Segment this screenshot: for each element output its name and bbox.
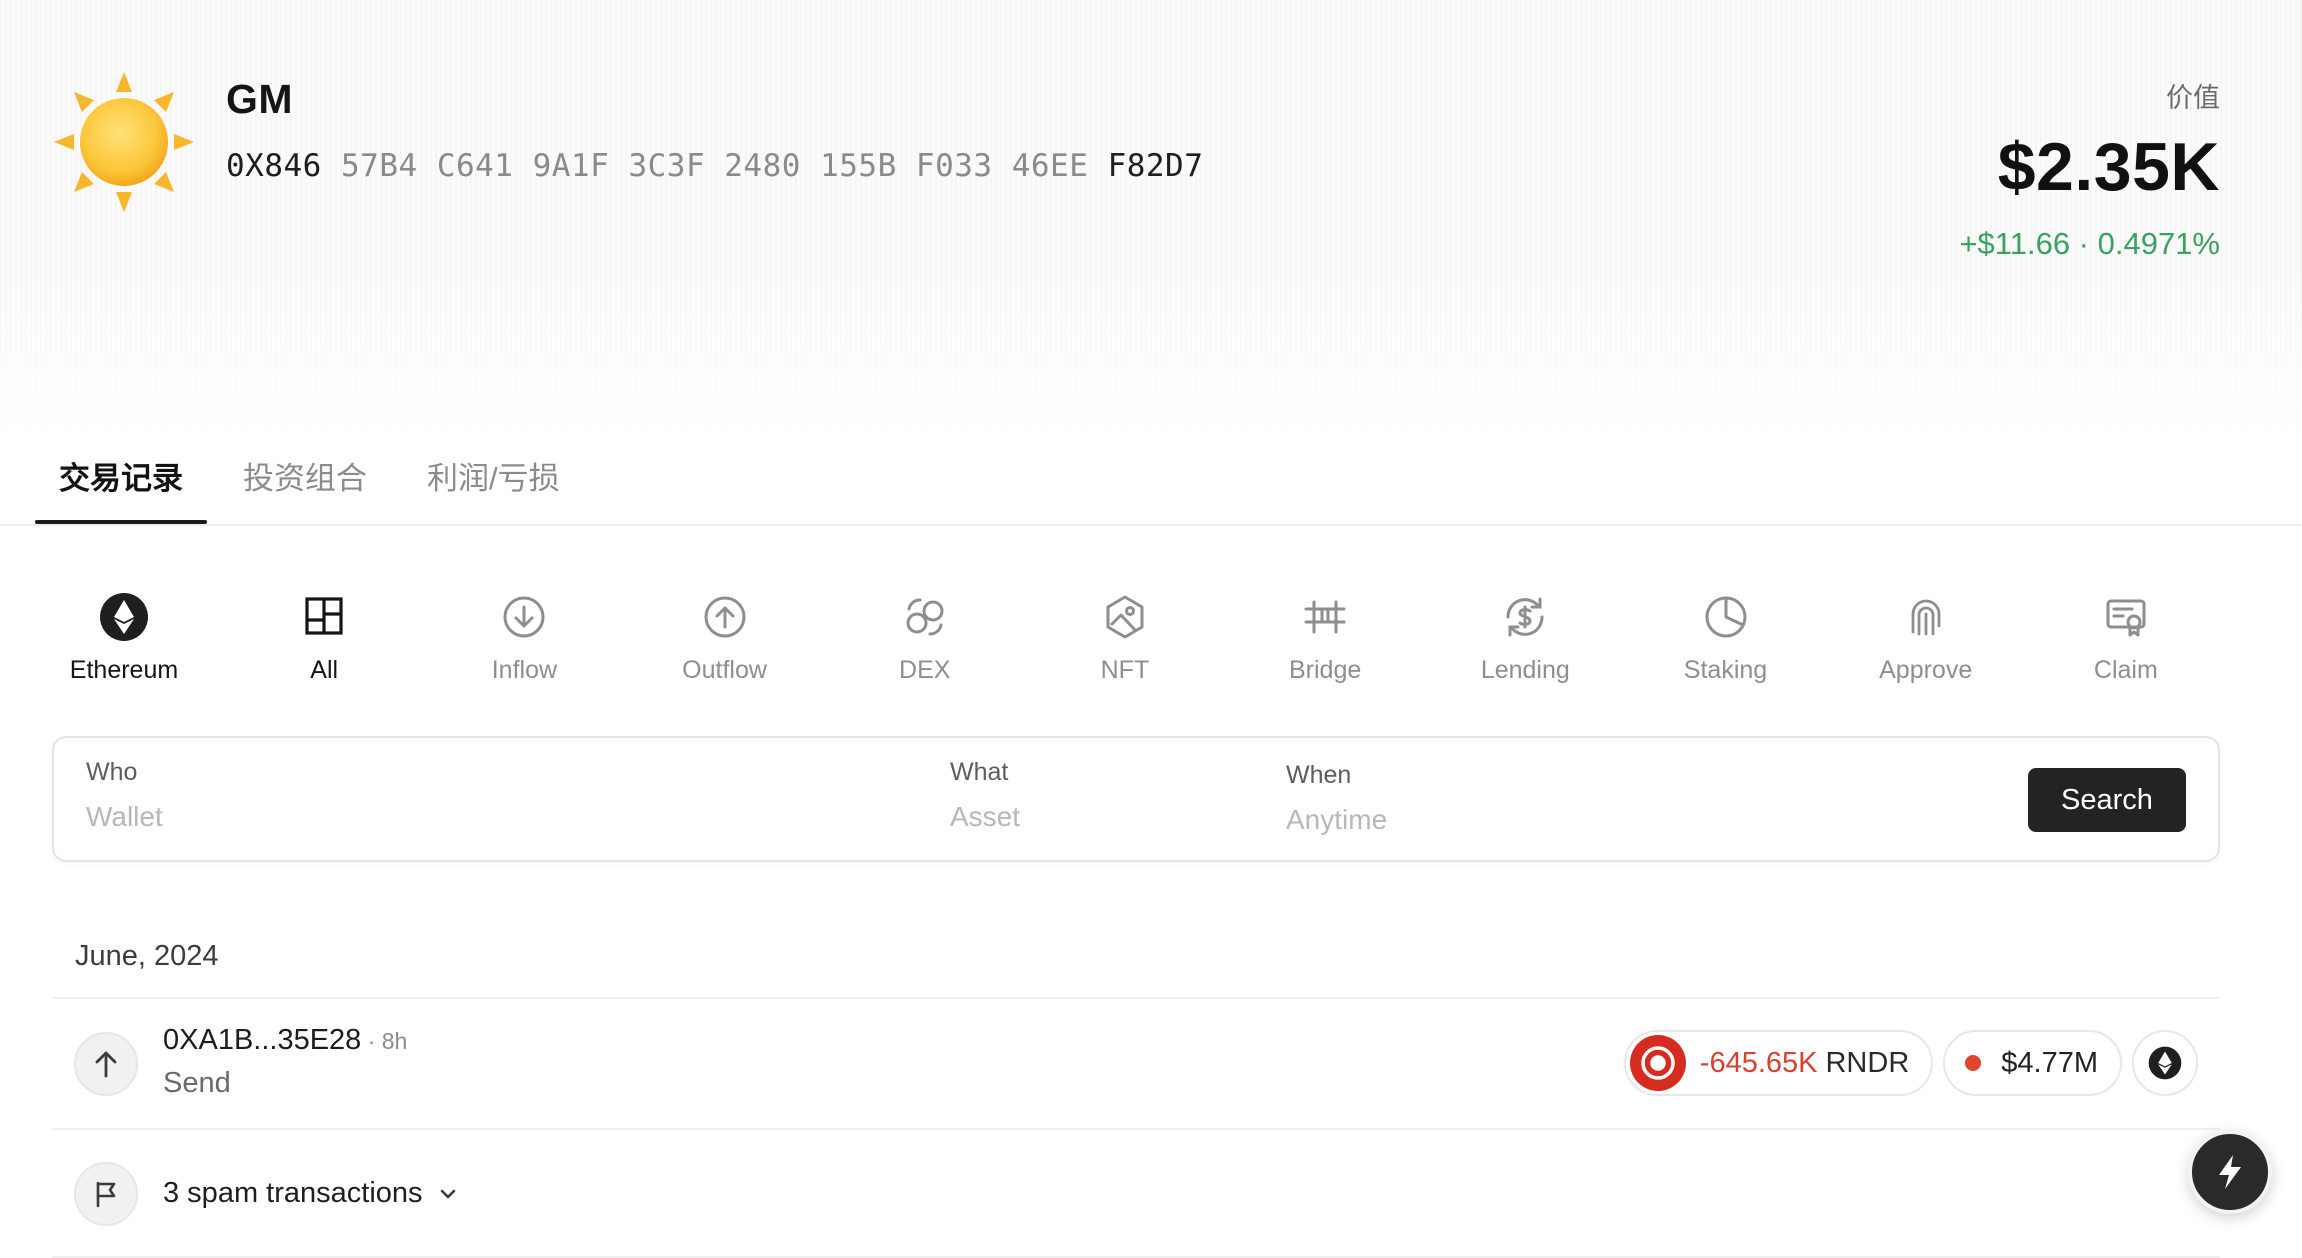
category-label: Inflow [491,656,558,684]
ethereum-icon [2148,1046,2182,1080]
tabs-divider [0,524,2302,526]
when-label: When [1286,761,1352,789]
category-nft[interactable]: NFT [1051,592,1199,685]
spam-transactions-toggle[interactable]: 3 spam transactions [52,1130,2220,1258]
search-bar: Who What When Search [52,736,2220,862]
list-divider [52,997,2220,999]
portfolio-change: +$11.66 · 0.4971% [1959,226,2220,261]
fingerprint-icon [1911,599,1941,636]
transaction-type: Send [163,1067,231,1099]
pie-chart-icon [1705,596,1746,638]
grid-icon [305,597,343,635]
tab-portfolio[interactable]: 投资组合 [219,452,391,524]
category-inflow[interactable]: Inflow [450,592,598,685]
quick-action-button[interactable] [2188,1130,2272,1214]
usd-value: $4.77M [2001,1046,2098,1079]
tab-profit-loss[interactable]: 利润/亏损 [403,452,584,524]
category-dex[interactable]: DEX [851,592,999,685]
chain-pill[interactable] [2132,1030,2198,1096]
spam-label[interactable]: 3 spam transactions [163,1177,459,1210]
category-filter: Ethereum All Inflow Outflow DEX NFT Brid… [50,592,2200,685]
counterparty-address: 0XA1B...35E28 [163,1024,362,1056]
category-label: Claim [2093,656,2158,684]
category-label: All [310,656,339,684]
what-field[interactable]: What [950,758,1310,833]
category-bridge[interactable]: Bridge [1251,592,1399,685]
token-amount-pill[interactable]: -645.65K RNDR [1623,1030,1934,1096]
address-middle: 57B4 C641 9A1F 3C3F 2480 155B F033 46EE [341,148,1089,184]
address-end: F82D7 [1107,148,1204,184]
profile-name: GM [226,76,294,122]
main-tabs: 交易记录 投资组合 利润/亏损 [35,452,596,524]
bridge-icon [1304,600,1346,634]
asset-input[interactable] [950,801,1310,833]
rndr-token-icon [1629,1035,1686,1091]
arrow-down-circle-icon [503,596,545,638]
token-symbol: RNDR [1825,1046,1910,1079]
category-ethereum[interactable]: Ethereum [50,592,198,685]
who-field[interactable]: Who [86,758,446,833]
status-dot [1965,1055,1982,1071]
transaction-row[interactable]: 0XA1B...35E28 · 8h Send -645.65K RNDR $4… [52,1000,2220,1128]
wallet-input[interactable] [86,801,446,833]
category-lending[interactable]: Lending [1451,592,1599,685]
transaction-pills: -645.65K RNDR $4.77M [1614,1030,2198,1096]
tab-transactions[interactable]: 交易记录 [35,452,207,524]
search-button[interactable]: Search [2028,768,2186,832]
lightning-icon [2219,1155,2241,1189]
category-label: Bridge [1288,656,1362,684]
category-label: NFT [1100,656,1150,684]
date-input[interactable] [1286,804,1646,836]
month-heading: June, 2024 [75,940,219,972]
usd-value-pill[interactable]: $4.77M [1943,1030,2122,1096]
category-label: DEX [899,656,951,684]
spam-count-text: 3 spam transactions [163,1177,423,1209]
wallet-address[interactable]: 0X846 57B4 C641 9A1F 3C3F 2480 155B F033… [226,148,1203,184]
category-label: Outflow [682,656,767,684]
lending-icon [1506,597,1544,637]
swap-icon [906,598,944,636]
chevron-down-icon [440,1189,455,1198]
category-label: Staking [1683,656,1768,684]
transaction-address[interactable]: 0XA1B...35E28 · 8h [163,1024,407,1057]
when-field[interactable]: When [1286,761,1646,836]
image-hexagon-icon [1106,595,1144,639]
token-amount: -645.65K [1699,1046,1818,1079]
send-icon [74,1032,138,1096]
category-staking[interactable]: Staking [1652,592,1800,685]
arrow-up-circle-icon [704,596,746,638]
category-all[interactable]: All [250,592,398,685]
ethereum-icon [100,593,148,641]
category-label: Lending [1480,656,1570,684]
certificate-icon [2106,599,2146,637]
transaction-time: · 8h [361,1028,408,1054]
portfolio-value-label: 价值 [2166,83,2220,113]
portfolio-value: $2.35K [1997,129,2220,205]
flag-icon [74,1162,138,1226]
sun-icon [50,68,198,216]
category-label: Approve [1879,656,1973,684]
category-outflow[interactable]: Outflow [651,592,799,685]
category-approve[interactable]: Approve [1852,592,2000,685]
what-label: What [950,758,1009,786]
category-label: Ethereum [69,656,179,684]
header-fade [0,260,2302,440]
who-label: Who [86,758,138,786]
category-claim[interactable]: Claim [2052,592,2200,685]
address-start: 0X846 [226,148,322,184]
